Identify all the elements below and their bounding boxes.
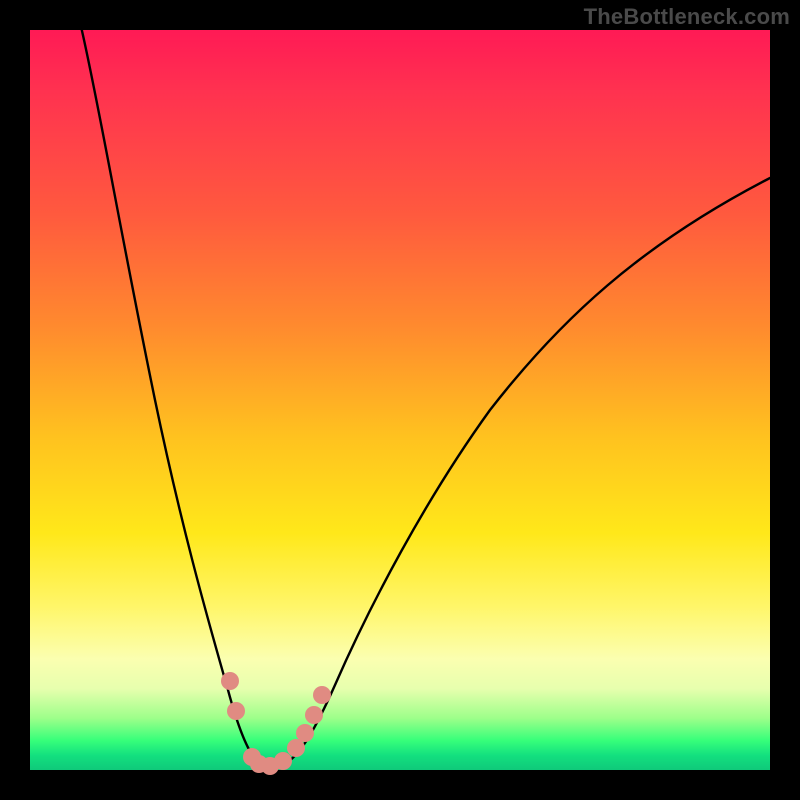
watermark-text: TheBottleneck.com <box>584 4 790 30</box>
plot-area <box>30 30 770 770</box>
curve-path <box>82 30 770 767</box>
bottleneck-curve <box>30 30 770 770</box>
chart-frame: TheBottleneck.com <box>0 0 800 800</box>
